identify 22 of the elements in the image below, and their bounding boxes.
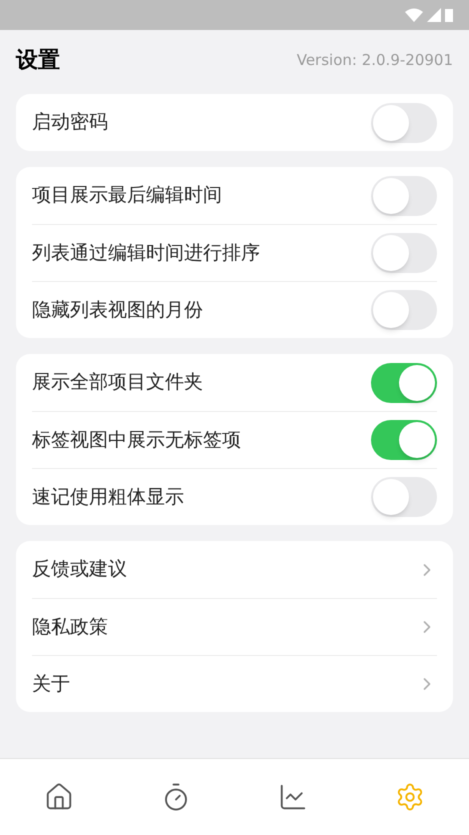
toggle-switch[interactable] [371,362,437,402]
setting-label: 启动密码 [32,110,108,136]
version-text: Version: 2.0.9-20901 [296,50,453,71]
toggle-switch[interactable] [371,233,437,273]
toggle-switch[interactable] [371,420,437,460]
toggle-switch[interactable] [371,477,437,517]
setting-label: 标签视图中展示无标签项 [32,428,241,453]
setting-label: 项目展示最后编辑时间 [32,183,222,208]
toggle-switch[interactable] [371,176,437,216]
toggle-switch[interactable] [371,102,437,142]
signal-icon [427,8,441,22]
setting-label: 反馈或建议 [32,557,127,582]
setting-label: 展示全部项目文件夹 [32,370,203,396]
setting-label: 列表通过编辑时间进行排序 [32,240,260,266]
battery-icon [445,8,453,22]
setting-label: 隐私政策 [32,614,108,640]
setting-label: 速记使用粗体显示 [32,484,184,510]
wifi-icon [405,8,423,22]
toggle-switch[interactable] [371,290,437,330]
setting-label: 关于 [32,672,70,697]
page-title: 设置 [16,46,60,74]
setting-label: 隐藏列表视图的月份 [32,298,203,323]
